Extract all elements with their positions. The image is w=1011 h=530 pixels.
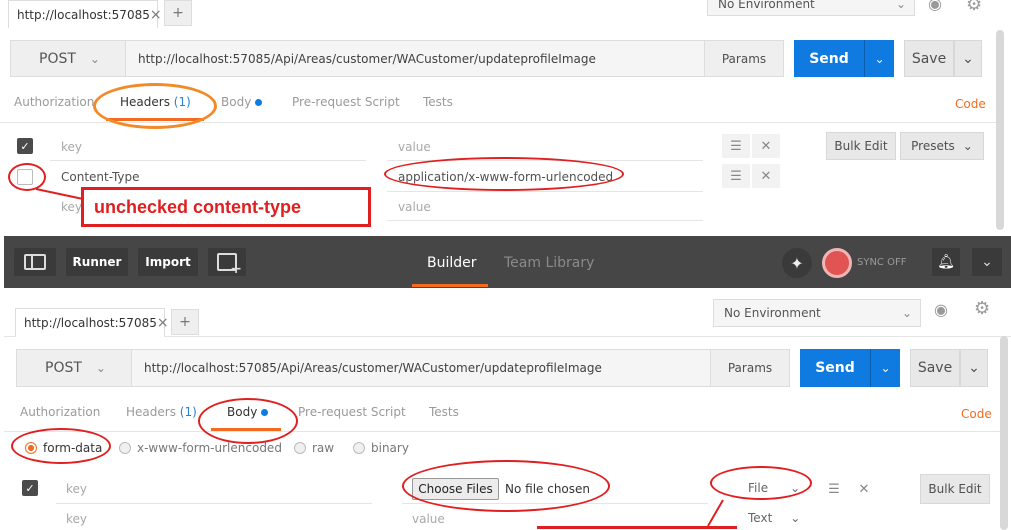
method-select[interactable]: POST ⌄ — [10, 40, 126, 77]
headers-annotation — [93, 83, 217, 129]
body-tab-annotation — [198, 398, 298, 444]
value-input[interactable]: value — [398, 140, 431, 154]
new-window-icon: + — [217, 253, 242, 277]
close-icon[interactable]: ✕ — [752, 164, 780, 188]
url-input[interactable]: http://localhost:57085/Api/Areas/custome… — [125, 40, 705, 77]
tab-close-icon[interactable]: × — [157, 315, 169, 331]
chevron-down-icon: ⌄ — [95, 361, 106, 375]
choose-files-annotation — [402, 460, 610, 512]
close-icon[interactable]: ✕ — [850, 477, 878, 501]
checkbox-annotation — [8, 163, 46, 191]
key-input[interactable]: key — [61, 140, 82, 154]
environment-select[interactable]: No Environment ⌄ — [707, 0, 915, 16]
save-button[interactable]: Save — [904, 40, 954, 77]
scrollbar[interactable] — [1000, 336, 1008, 530]
sync-status: SYNC OFF — [857, 257, 907, 268]
send-dropdown-button[interactable]: ⌄ — [870, 349, 900, 387]
scrollbar[interactable] — [996, 30, 1004, 230]
row-checkbox[interactable]: ✓ — [22, 480, 38, 496]
tab-close-icon[interactable]: × — [150, 7, 162, 23]
request-tab[interactable]: http://localhost:57085 × — [15, 308, 169, 337]
annotation-box-edge — [537, 526, 737, 529]
tab-body[interactable]: Body — [221, 95, 263, 109]
chevron-down-icon: ⌄ — [895, 0, 906, 11]
presets-button[interactable]: Presets ⌄ — [900, 132, 984, 160]
chevron-down-icon: ⌄ — [901, 306, 912, 320]
tab-prerequest-script[interactable]: Pre-request Script — [292, 95, 400, 109]
request-tab[interactable]: http://localhost:57085 × — [8, 0, 162, 28]
new-tab-button[interactable]: + — [164, 0, 192, 26]
annotation-label: unchecked content-type — [81, 187, 371, 227]
save-dropdown-button[interactable]: ⌄ — [954, 40, 982, 77]
sidebar-toggle-button[interactable] — [14, 248, 56, 276]
chevron-down-icon: ⌄ — [981, 254, 993, 270]
form-data-annotation — [11, 428, 111, 464]
params-button[interactable]: Params — [710, 349, 790, 387]
bell-icon: 🔔︎ — [937, 254, 955, 270]
tab-headers[interactable]: Headers (1) — [126, 405, 197, 419]
gear-icon[interactable]: ⚙ — [966, 0, 992, 15]
tab-tests[interactable]: Tests — [429, 405, 459, 419]
header-key[interactable]: Content-Type — [61, 170, 140, 184]
chevron-down-icon: ⌄ — [962, 139, 973, 153]
tab-prerequest-script[interactable]: Pre-request Script — [298, 405, 406, 419]
send-button[interactable]: Send — [794, 40, 864, 77]
eye-icon[interactable]: ◉ — [928, 0, 954, 14]
chevron-down-icon: ⌄ — [874, 51, 885, 66]
tab-url: http://localhost:57085 — [17, 7, 150, 22]
environment-select[interactable]: No Environment ⌄ — [713, 299, 921, 327]
new-window-button[interactable]: + — [208, 248, 246, 277]
key-input[interactable]: key — [66, 512, 87, 526]
row-checkbox[interactable]: ✓ — [17, 138, 33, 154]
send-button[interactable]: Send — [800, 349, 870, 387]
eye-icon[interactable]: ◉ — [934, 300, 960, 324]
modified-dot-icon — [255, 99, 263, 106]
runner-button[interactable]: Runner — [66, 248, 128, 276]
url-input[interactable]: http://localhost:57085/Api/Areas/custome… — [131, 349, 711, 387]
value-input[interactable]: value — [398, 200, 431, 214]
import-button[interactable]: Import — [138, 248, 198, 276]
chevron-down-icon: ⌄ — [89, 51, 100, 66]
notifications-button[interactable]: 🔔︎ — [932, 248, 960, 276]
interceptor-icon[interactable]: ✦ — [782, 248, 812, 278]
reorder-icon[interactable]: ☰ — [722, 164, 750, 188]
save-button[interactable]: Save — [910, 349, 960, 387]
raw-radio[interactable]: raw — [294, 441, 334, 455]
send-dropdown-button[interactable]: ⌄ — [864, 40, 894, 77]
chevron-down-icon: ⌄ — [962, 50, 974, 67]
chevron-down-icon: ⌄ — [880, 361, 891, 375]
chevron-down-icon: ⌄ — [968, 360, 980, 376]
gear-icon[interactable]: ⚙ — [974, 298, 1000, 322]
code-link[interactable]: Code — [961, 407, 992, 421]
binary-radio[interactable]: binary — [353, 441, 409, 455]
tab-tests[interactable]: Tests — [423, 95, 453, 109]
key-input[interactable]: key — [66, 482, 87, 496]
file-type-annotation — [710, 466, 812, 500]
code-link[interactable]: Code — [955, 97, 986, 111]
close-icon[interactable]: ✕ — [752, 134, 780, 158]
sidebar-icon — [24, 254, 46, 270]
reorder-icon[interactable]: ☰ — [820, 477, 848, 501]
key-input[interactable]: key — [61, 200, 82, 214]
chevron-down-icon: ⌄ — [790, 511, 801, 525]
value-input[interactable]: value — [412, 512, 445, 526]
builder-underline — [412, 284, 488, 287]
content-type-annotation — [384, 157, 624, 191]
method-select[interactable]: POST ⌄ — [16, 349, 132, 387]
sync-icon[interactable] — [822, 248, 852, 278]
params-button[interactable]: Params — [704, 40, 784, 77]
save-dropdown-button[interactable]: ⌄ — [960, 349, 988, 387]
tab-authorization[interactable]: Authorization — [14, 95, 94, 109]
type-select[interactable]: Text ⌄ — [748, 511, 800, 525]
bulk-edit-button[interactable]: Bulk Edit — [920, 474, 990, 504]
settings-menu-button[interactable]: ⌄ — [972, 248, 1002, 276]
reorder-icon[interactable]: ☰ — [722, 134, 750, 158]
new-tab-button[interactable]: + — [171, 309, 199, 335]
tab-builder[interactable]: Builder — [427, 255, 477, 271]
tab-authorization[interactable]: Authorization — [20, 405, 100, 419]
bulk-edit-button[interactable]: Bulk Edit — [826, 132, 896, 160]
tab-team-library[interactable]: Team Library — [504, 255, 594, 271]
